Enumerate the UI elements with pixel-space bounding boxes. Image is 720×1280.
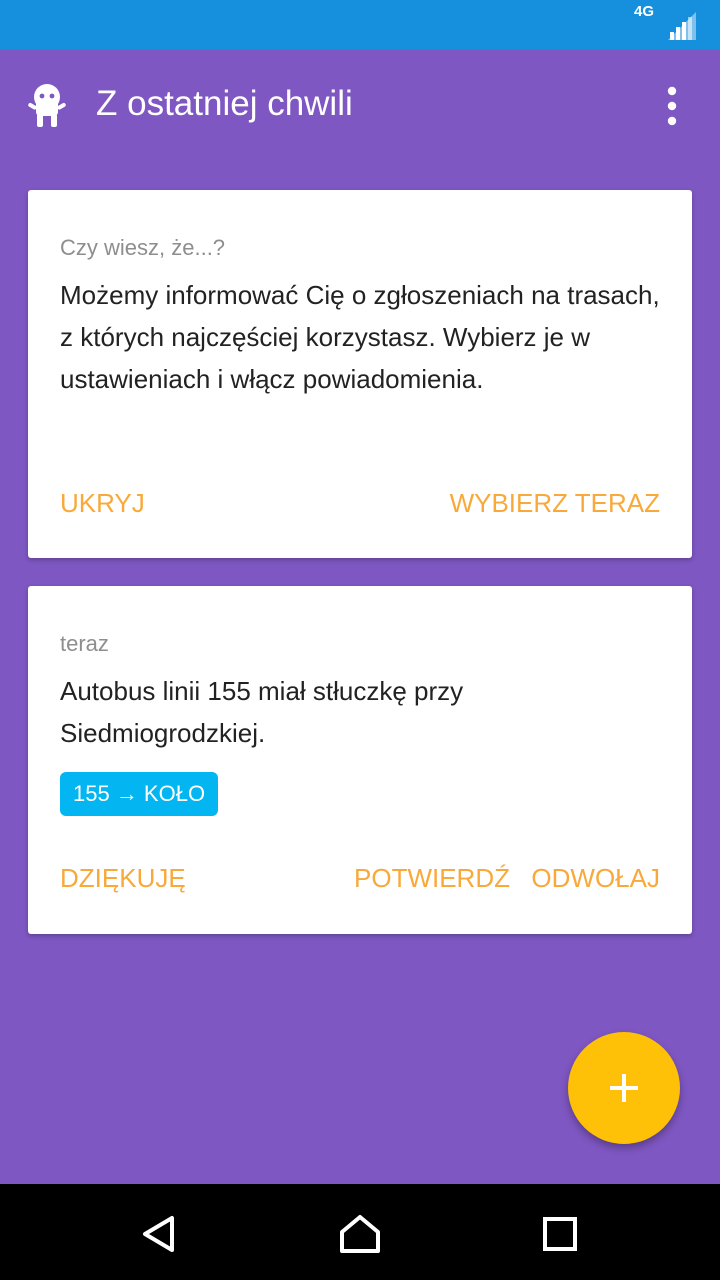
choose-now-button[interactable]: WYBIERZ TERAZ xyxy=(450,487,660,519)
back-triangle-icon[interactable] xyxy=(138,1212,182,1256)
cell-signal-icon xyxy=(668,12,696,40)
tip-card: Czy wiesz, że...? Możemy informować Cię … xyxy=(28,190,692,558)
navigation-bar xyxy=(0,1184,720,1280)
page-title: Z ostatniej chwili xyxy=(96,84,353,123)
card-timestamp: teraz xyxy=(60,631,109,656)
app-bar: Z ostatniej chwili xyxy=(0,50,720,162)
card-body-text: Możemy informować Cię o zgłoszeniach na … xyxy=(60,280,660,394)
home-icon[interactable] xyxy=(338,1212,382,1256)
card-caption: Czy wiesz, że...? xyxy=(60,235,226,260)
confirm-button[interactable]: POTWIERDŹ xyxy=(354,862,510,894)
screen: 4G Z ostatniej chwili Czy wiesz, że...? … xyxy=(0,0,720,1280)
plus-icon xyxy=(610,1074,638,1102)
route-chip[interactable]: 155 → KOŁO xyxy=(60,772,219,816)
card-body-text: Autobus linii 155 miał stłuczkę przy Sie… xyxy=(60,676,464,748)
add-report-fab[interactable] xyxy=(568,1032,680,1144)
thanks-button[interactable]: DZIĘKUJĘ xyxy=(60,862,186,894)
status-bar: 4G xyxy=(0,0,720,50)
network-type-label: 4G xyxy=(633,3,654,20)
ghost-mascot-icon[interactable] xyxy=(26,82,68,128)
more-vert-icon[interactable] xyxy=(660,86,684,126)
hide-button[interactable]: UKRYJ xyxy=(60,487,145,519)
incident-card: teraz Autobus linii 155 miał stłuczkę pr… xyxy=(28,586,692,934)
cancel-button[interactable]: ODWOŁAJ xyxy=(531,862,660,894)
recents-square-icon[interactable] xyxy=(538,1212,582,1256)
